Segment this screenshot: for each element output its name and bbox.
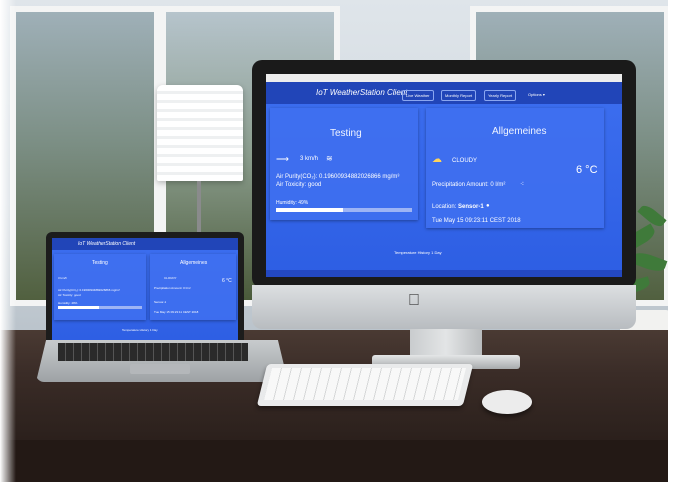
imac-screen: IoT WeatherStation Client Live Weather M… — [266, 74, 622, 277]
laptop-app-title[interactable]: IoT WeatherStation Client — [78, 241, 135, 247]
laptop-history-label: Temperature History 1 Day — [122, 328, 158, 332]
temperature: 6 °C — [576, 164, 598, 176]
laptop-humidity-fill — [58, 306, 100, 309]
laptop-humidity-label: Humidity: 49% — [58, 301, 78, 305]
temperature-history-label[interactable]: Temperature History 1 Day — [394, 250, 442, 255]
desk-front — [0, 440, 673, 482]
testing-card-title: Testing — [330, 128, 362, 139]
frame-left — [0, 0, 16, 482]
laptop-air-toxicity: Air Toxicity: good — [58, 293, 81, 297]
precipitation: Precipitation Amount: 0 l/m² — [432, 182, 506, 188]
laptop-timestamp: Tue May 15 09:23:11 CEST 2018 — [154, 310, 199, 314]
app-title[interactable]: IoT WeatherStation Client — [316, 88, 407, 97]
laptop-humidity-track — [58, 306, 142, 309]
humidity-track — [276, 208, 412, 212]
nav-yearly-report-button[interactable]: Yearly Report — [484, 90, 517, 101]
keyboard-keys — [264, 368, 466, 400]
imac-chin — [252, 285, 636, 329]
map-pin-icon: ● — [486, 203, 490, 209]
nav-live-weather-button[interactable]: Live Weather — [402, 90, 434, 101]
laptop-wind: 3 km/h — [58, 276, 68, 280]
laptop-trackpad — [130, 364, 190, 374]
navbar: IoT WeatherStation Client Live Weather M… — [266, 82, 622, 104]
location-value[interactable]: Sensor-1 — [458, 204, 484, 210]
laptop-condition: CLOUDY — [164, 276, 177, 280]
timestamp: Tue May 15 09:23:11 CEST 2018 — [432, 218, 521, 224]
laptop-temperature: 6 °C — [222, 278, 232, 284]
laptop-testing-title: Testing — [92, 260, 108, 266]
browser-toolbar — [266, 74, 622, 82]
laptop-keyboard — [58, 343, 248, 361]
chart-strip — [266, 270, 622, 277]
apple-logo-icon:  — [408, 292, 420, 310]
laptop-air-purity: Air Purity(CO₂): 0.19600934882026866 mg/… — [58, 288, 120, 292]
lamp-shade — [157, 85, 243, 181]
air-purity: Air Purity(CO₂): 0.19600934882026866 mg/… — [276, 174, 400, 180]
wind-speed: 3 km/h — [300, 156, 319, 162]
general-card: Allgemeines ☁ CLOUDY 6 °C Precipitation … — [426, 108, 604, 228]
nav-options-dropdown[interactable]: Options ▾ — [528, 92, 545, 97]
cloud-sun-icon: ☁ — [432, 154, 442, 165]
weather-condition: CLOUDY — [452, 158, 478, 164]
laptop-navbar: IoT WeatherStation Client — [52, 238, 238, 250]
testing-card: Testing ⟶ 3 km/h ≋ Air Purity(CO₂): 0.19… — [270, 108, 418, 220]
mouse — [482, 390, 532, 414]
laptop-precipitation: Precipitation Amount: 0 l/m² — [154, 286, 191, 290]
location-label: Location: — [432, 204, 457, 210]
laptop-screen: IoT WeatherStation Client Testing 3 km/h… — [52, 238, 238, 344]
wind-icon: ≋ — [326, 154, 333, 163]
air-toxicity: Air Toxicity: good — [276, 182, 322, 188]
general-card-title: Allgemeines — [492, 126, 547, 137]
rain-drops-icon: ⁖ — [520, 181, 525, 188]
laptop-general-title: Allgemeines — [180, 260, 208, 266]
photo-scene: IoT WeatherStation Client Live Weather M… — [0, 0, 673, 482]
humidity-bar-fill — [276, 208, 343, 212]
laptop-location-value: Sensor-1 — [154, 300, 167, 304]
laptop-general-card: Allgemeines CLOUDY 6 °C Precipitation Am… — [150, 254, 236, 320]
nav-monthly-report-button[interactable]: Monthly Report — [441, 90, 477, 101]
humidity-label: Humidity: 49% — [276, 200, 309, 206]
frame-right — [668, 0, 673, 482]
arrow-right-icon: ⟶ — [276, 154, 289, 164]
laptop-testing-card: Testing 3 km/h Air Purity(CO₂): 0.196009… — [54, 254, 146, 320]
